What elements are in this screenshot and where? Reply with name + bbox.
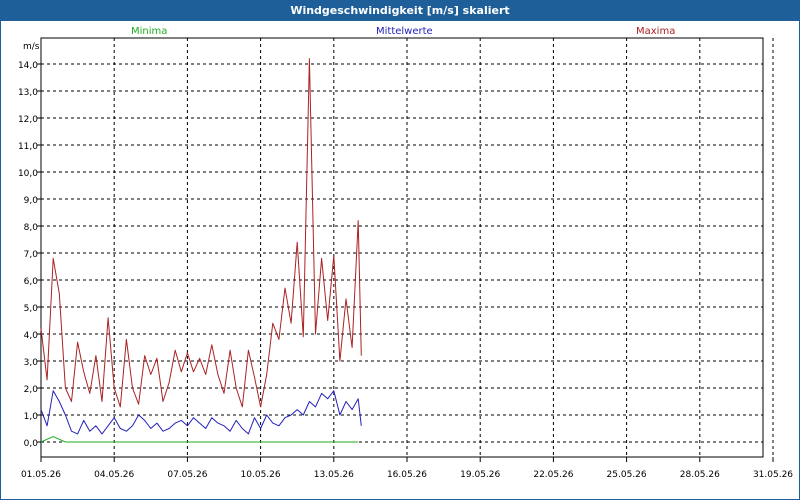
y-tick-label: 8,0 xyxy=(24,223,39,233)
y-tick-label: 14,0 xyxy=(18,61,38,71)
y-tick-label: 11,0 xyxy=(18,142,38,152)
y-tick-label: 4,0 xyxy=(24,331,39,341)
x-tick-label: 28.05.26 xyxy=(680,470,720,480)
plot-area xyxy=(40,37,764,458)
x-tick-label: 16.05.26 xyxy=(387,470,427,480)
y-tick-label: 5,0 xyxy=(24,304,39,314)
y-tick-label: 12,0 xyxy=(18,115,38,125)
y-tick-label: 6,0 xyxy=(24,277,39,287)
x-tick-label: 25.05.26 xyxy=(607,470,647,480)
y-axis-label: m/s xyxy=(23,42,40,52)
y-tick-label: 9,0 xyxy=(24,196,39,206)
y-tick-label: 10,0 xyxy=(18,169,38,179)
y-tick-label: 2,0 xyxy=(24,385,39,395)
x-tick-label: 19.05.26 xyxy=(460,470,500,480)
y-tick-label: 0,0 xyxy=(24,439,39,449)
x-tick-label: 13.05.26 xyxy=(314,470,354,480)
line-chart: 0,0 1,0 2,0 3,0 4,0 5,0 6,0 7,0 8,0 9,0 10,0 11,0 12… xyxy=(18,37,793,480)
x-tick-label: 10.05.26 xyxy=(241,470,281,480)
x-tick-label: 22.05.26 xyxy=(533,470,573,480)
x-tick-label: 07.05.26 xyxy=(167,470,207,480)
y-tick-label: 3,0 xyxy=(24,358,39,368)
y-tick-label: 13,0 xyxy=(18,88,38,98)
x-tick-label: 04.05.26 xyxy=(94,470,134,480)
x-tick-label: 31.05.26 xyxy=(753,470,793,480)
x-tick-label: 01.05.26 xyxy=(21,470,61,480)
y-tick-label: 7,0 xyxy=(24,250,39,260)
chart-window: Windgeschwindigkeit [m/s] skaliert Minim… xyxy=(0,0,800,500)
y-tick-label: 1,0 xyxy=(24,412,39,422)
